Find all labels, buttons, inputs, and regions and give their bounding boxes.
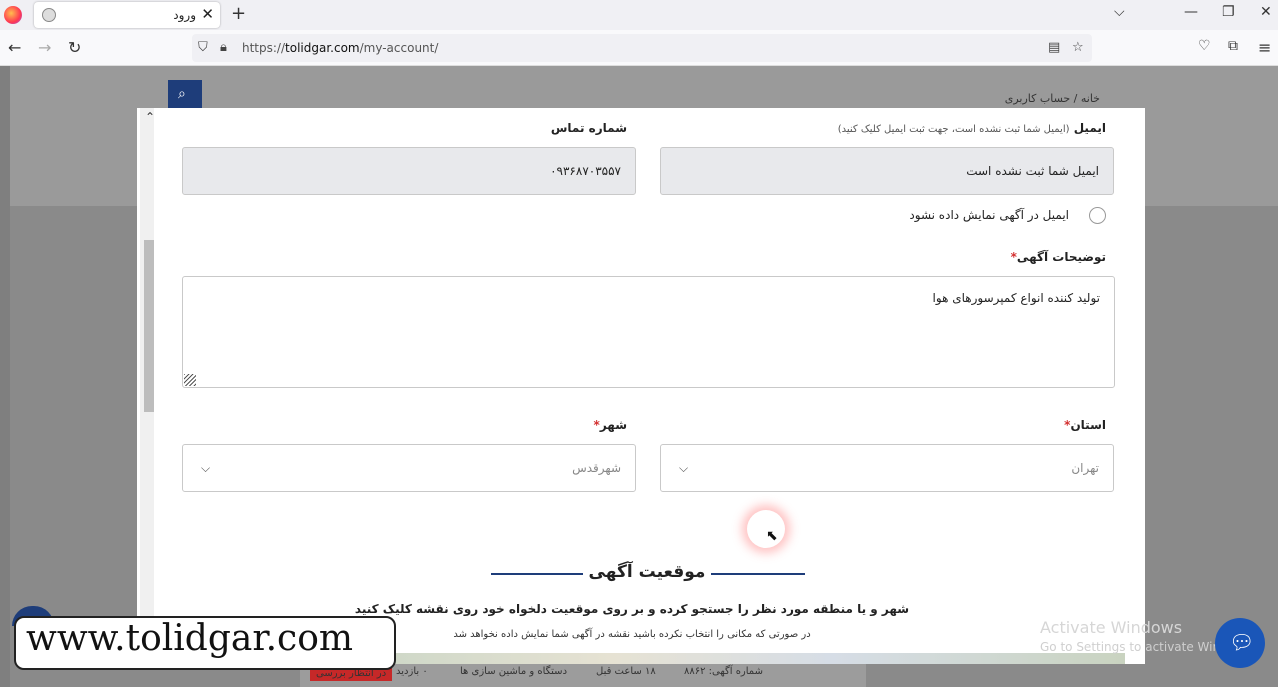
city-value: شهرقدس (572, 461, 621, 475)
chevron-down-icon: ⌵ (201, 461, 211, 475)
location-map[interactable] (392, 653, 1125, 664)
description-textarea[interactable]: تولید کننده انواع کمپرسورهای هوا (182, 276, 1115, 388)
email-field[interactable]: ایمیل شما ثبت نشده است (660, 147, 1114, 195)
url-bar[interactable]: ⛉ 🔒︎ https://tolidgar.com/my-account/ ▤ … (192, 34, 1092, 62)
province-label: استان* (1064, 418, 1106, 432)
close-window-icon[interactable]: ✕ (1260, 4, 1272, 20)
hide-email-radio[interactable] (1089, 207, 1106, 224)
phone-label: شماره تماس (550, 121, 627, 135)
close-tab-icon[interactable]: ✕ (201, 5, 214, 23)
new-tab-button[interactable]: + (231, 3, 246, 24)
phone-value: ۰۹۳۶۸۷۰۳۵۵۷ (550, 164, 621, 178)
tab-bar: ورود ✕ + ⌵ — ❐ ✕ (0, 0, 1278, 30)
email-value: ایمیل شما ثبت نشده است (966, 164, 1099, 178)
description-label: توضیحات آگهی* (1010, 250, 1106, 264)
minimize-icon[interactable]: — (1184, 4, 1198, 20)
tab-title: ورود (173, 8, 196, 22)
phone-field[interactable]: ۰۹۳۶۸۷۰۳۵۵۷ (182, 147, 636, 195)
city-select[interactable]: شهرقدس ⌵ (182, 444, 636, 492)
forward-arrow-icon[interactable]: → (38, 38, 51, 57)
chevron-down-icon: ⌵ (679, 461, 689, 475)
hide-email-label: ایمیل در آگهی نمایش داده نشود (909, 208, 1069, 222)
menu-icon[interactable]: ≡ (1258, 38, 1271, 57)
visits-count: ۰ بازدید (396, 666, 428, 677)
breadcrumb: خانه / حساب کاربری (1004, 92, 1100, 105)
lock-icon[interactable]: 🔒︎ (220, 40, 227, 55)
mouse-cursor-icon: ⬉ (766, 528, 778, 544)
title-divider-left (491, 573, 583, 575)
ad-category: دستگاه و ماشین سازی ها (460, 666, 568, 677)
chat-button[interactable]: 💬︎ (1215, 618, 1265, 668)
modal-scroll-thumb[interactable] (144, 240, 154, 412)
map-note: در صورتی که مکانی را انتخاب نکرده باشید … (453, 629, 811, 640)
activate-windows-title: Activate Windows (1040, 618, 1183, 637)
ad-number: شماره آگهی: ۸۸۶۲ (684, 666, 763, 677)
email-label: ایمیل (ایمیل شما ثبت نشده است، جهت ثبت ا… (837, 121, 1106, 135)
url-text[interactable]: https://tolidgar.com/my-account/ (242, 41, 438, 55)
province-value: تهران (1071, 461, 1099, 475)
page-scrollbar[interactable] (0, 66, 10, 687)
search-icon: ⌕ (178, 86, 186, 102)
shield-icon[interactable]: ⛉ (198, 40, 208, 55)
city-label: شهر* (593, 418, 627, 432)
pocket-icon[interactable]: ♡ (1198, 38, 1211, 54)
reader-view-icon[interactable]: ▤ (1048, 40, 1060, 55)
scroll-up-icon[interactable]: ⌃ (145, 110, 155, 124)
resize-handle-icon[interactable] (184, 374, 196, 386)
site-favicon-icon (42, 8, 56, 22)
navigation-bar: ← → ↻ ⛉ 🔒︎ https://tolidgar.com/my-accou… (0, 30, 1278, 66)
bookmark-star-icon[interactable]: ☆ (1072, 40, 1084, 55)
description-value: تولید کننده انواع کمپرسورهای هوا (932, 291, 1100, 305)
site-watermark: www.tolidgar.com (26, 618, 354, 659)
modal-scrollbar[interactable]: ⌃ (140, 108, 155, 664)
location-section-title: موقعیت آگهی (588, 562, 706, 582)
browser-tab[interactable]: ورود ✕ (34, 2, 220, 28)
back-arrow-icon[interactable]: ← (8, 38, 21, 57)
chat-bubble-icon: 💬︎ (1229, 630, 1255, 654)
tab-list-chevron-icon[interactable]: ⌵ (1114, 4, 1125, 20)
ad-time: ۱۸ ساعت قبل (596, 666, 656, 677)
firefox-icon (4, 6, 22, 24)
extensions-icon[interactable]: ⧉ (1228, 38, 1238, 54)
edit-ad-modal: ⌃ ایمیل (ایمیل شما ثبت نشده است، جهت ثبت… (137, 108, 1145, 664)
map-instruction: شهر و یا منطقه مورد نظر را جستجو کرده و … (354, 602, 910, 616)
province-select[interactable]: تهران ⌵ (660, 444, 1114, 492)
title-divider-right (711, 573, 805, 575)
reload-icon[interactable]: ↻ (68, 38, 81, 57)
restore-icon[interactable]: ❐ (1222, 4, 1235, 20)
